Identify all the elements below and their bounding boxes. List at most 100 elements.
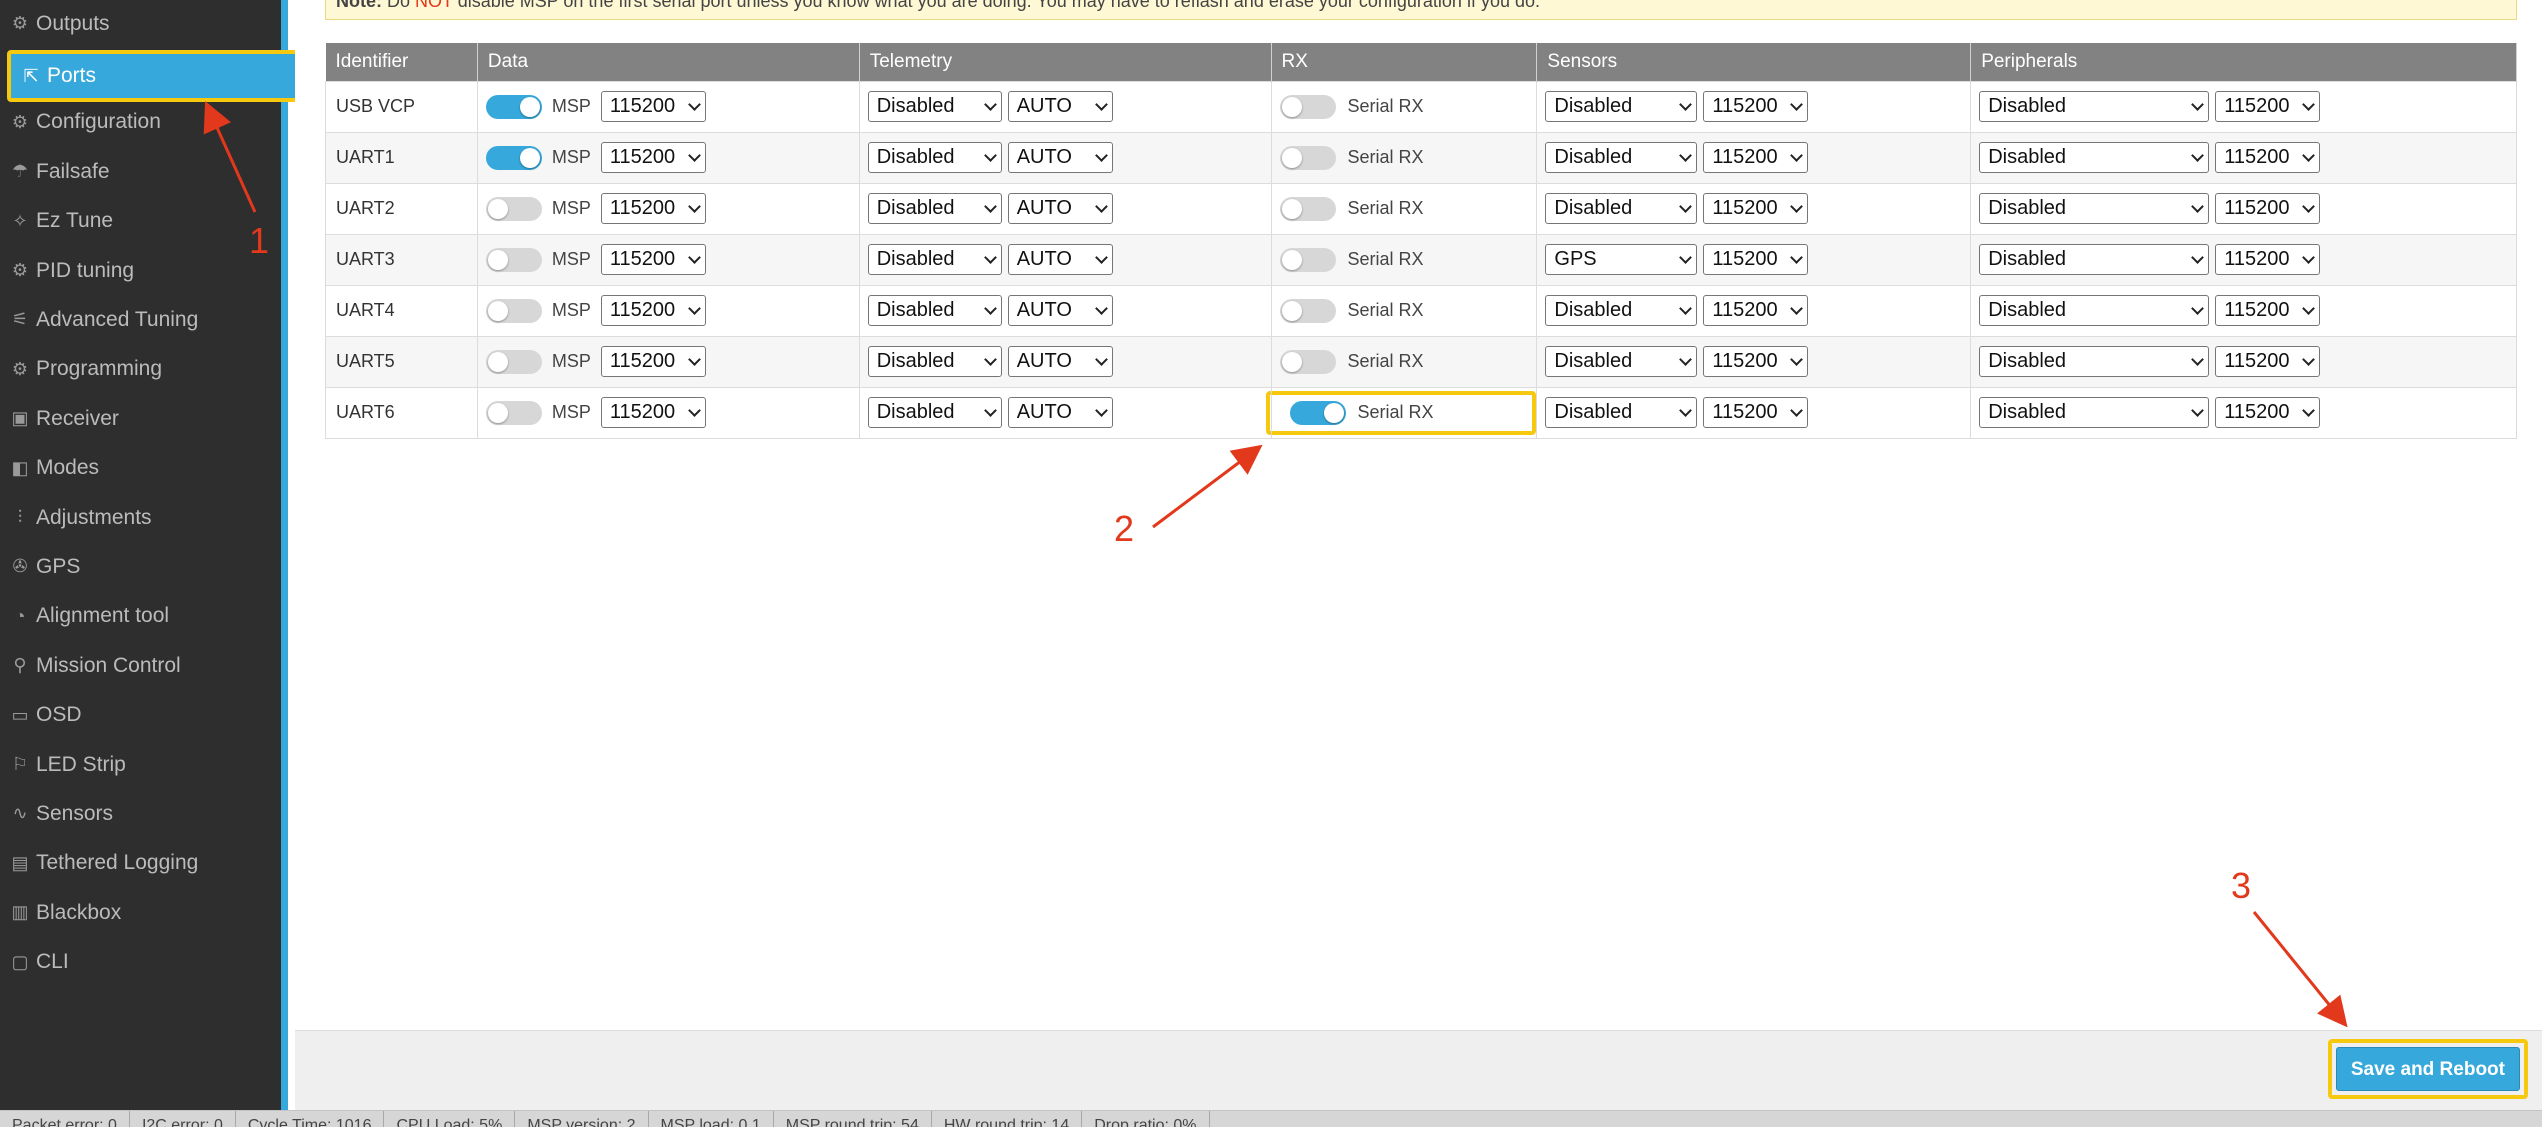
sidebar-item-led-strip[interactable]: ⚐ LED Strip	[0, 740, 281, 789]
sidebar-item-sensors[interactable]: ∿ Sensors	[0, 789, 281, 838]
peripheral-baud-select[interactable]: 115200	[2215, 295, 2321, 326]
failsafe-icon: ☂	[11, 161, 29, 182]
sensor-select[interactable]: Disabled	[1545, 142, 1698, 173]
sensor-select[interactable]: Disabled	[1545, 91, 1698, 122]
sidebar-item-cli[interactable]: ▢ CLI	[0, 938, 281, 987]
msp-toggle[interactable]	[485, 298, 542, 323]
chevron-down-icon	[983, 148, 997, 162]
header-rx: RX	[1271, 43, 1538, 81]
sidebar-item-advanced-tuning[interactable]: ⚟ Advanced Tuning	[0, 295, 281, 344]
msp-baud-select[interactable]: 115200	[600, 397, 706, 428]
msp-toggle[interactable]	[485, 145, 542, 170]
msp-baud-select[interactable]: 115200	[600, 142, 706, 173]
sensor-baud-select[interactable]: 115200	[1703, 346, 1809, 377]
peripherals-cell: Disabled 115200	[1970, 131, 2517, 183]
rx-toggle[interactable]	[1279, 94, 1336, 119]
telemetry-select[interactable]: Disabled	[867, 91, 1002, 122]
sidebar-item-label: Receiver	[36, 406, 119, 430]
sidebar-item-adjustments[interactable]: ⫶ Adjustments	[0, 493, 281, 542]
telemetry-baud-select[interactable]: AUTO	[1007, 295, 1113, 326]
peripheral-select[interactable]: Disabled	[1979, 193, 2210, 224]
peripheral-baud-select[interactable]: 115200	[2215, 346, 2321, 377]
msp-baud-select[interactable]: 115200	[600, 91, 706, 122]
telemetry-baud-select[interactable]: AUTO	[1007, 142, 1113, 173]
msp-baud-select[interactable]: 115200	[600, 346, 706, 377]
sidebar-item-blackbox[interactable]: ▥ Blackbox	[0, 888, 281, 937]
rx-toggle[interactable]	[1279, 298, 1336, 323]
sensor-select[interactable]: Disabled	[1545, 295, 1698, 326]
peripheral-select[interactable]: Disabled	[1979, 346, 2210, 377]
sidebar-item-mission-control[interactable]: ⚲ Mission Control	[0, 641, 281, 690]
peripheral-baud-select[interactable]: 115200	[2215, 91, 2321, 122]
sensor-baud-select[interactable]: 115200	[1703, 142, 1809, 173]
modes-icon: ◧	[11, 457, 29, 478]
terminal-icon: ▢	[11, 951, 29, 972]
sidebar-item-tethered-logging[interactable]: ▤ Tethered Logging	[0, 839, 281, 888]
sidebar-item-failsafe[interactable]: ☂ Failsafe	[0, 147, 281, 196]
msp-toggle[interactable]	[485, 349, 542, 374]
table-row: UART3 MSP 115200 Disabled AUTO Serial RX GPS 11…	[325, 233, 2517, 285]
sidebar-item-outputs[interactable]: ⚙ Outputs	[0, 0, 281, 48]
sidebar-item-gps[interactable]: ✇ GPS	[0, 542, 281, 591]
save-and-reboot-button[interactable]: Save and Reboot	[2335, 1047, 2520, 1091]
sidebar-item-osd[interactable]: ▭ OSD	[0, 691, 281, 740]
sidebar-item-receiver[interactable]: ▣ Receiver	[0, 394, 281, 443]
rx-toggle[interactable]	[1279, 196, 1336, 221]
msp-baud-select[interactable]: 115200	[600, 193, 706, 224]
telemetry-baud-select[interactable]: AUTO	[1007, 346, 1113, 377]
peripheral-select[interactable]: Disabled	[1979, 142, 2210, 173]
sidebar-item-modes[interactable]: ◧ Modes	[0, 444, 281, 493]
peripheral-select[interactable]: Disabled	[1979, 295, 2210, 326]
peripheral-baud-select[interactable]: 115200	[2215, 397, 2321, 428]
telemetry-select[interactable]: Disabled	[867, 346, 1002, 377]
chevron-down-icon	[983, 199, 997, 213]
header-sensors: Sensors	[1536, 43, 1972, 81]
sensor-select[interactable]: Disabled	[1545, 193, 1698, 224]
telemetry-select[interactable]: Disabled	[867, 397, 1002, 428]
msp-baud-select[interactable]: 115200	[600, 244, 706, 275]
chevron-down-icon	[1094, 250, 1108, 264]
sidebar-item-alignment-tool[interactable]: ◔ Alignment tool	[0, 592, 281, 641]
gear-icon: ⚙	[11, 111, 29, 132]
peripheral-baud-select[interactable]: 115200	[2215, 193, 2321, 224]
peripheral-baud-select[interactable]: 115200	[2215, 244, 2321, 275]
telemetry-select[interactable]: Disabled	[867, 193, 1002, 224]
sensor-select[interactable]: Disabled	[1545, 397, 1698, 428]
rx-toggle[interactable]	[1279, 349, 1336, 374]
sensor-baud-select[interactable]: 115200	[1703, 91, 1809, 122]
telemetry-baud-select[interactable]: AUTO	[1007, 193, 1113, 224]
rx-cell: Serial RX	[1271, 233, 1538, 285]
telemetry-baud-select[interactable]: AUTO	[1007, 397, 1113, 428]
rx-toggle[interactable]	[1279, 247, 1336, 272]
sidebar-item-ez-tune[interactable]: ✧ Ez Tune	[0, 197, 281, 246]
sensor-baud-select[interactable]: 115200	[1703, 244, 1809, 275]
msp-toggle[interactable]	[485, 196, 542, 221]
peripheral-select[interactable]: Disabled	[1979, 397, 2210, 428]
msp-toggle[interactable]	[485, 94, 542, 119]
sensor-select[interactable]: Disabled	[1545, 346, 1698, 377]
sidebar-item-programming[interactable]: ⚙ Programming	[0, 345, 281, 394]
peripheral-select[interactable]: Disabled	[1979, 244, 2210, 275]
msp-toggle[interactable]	[485, 400, 542, 425]
telemetry-baud-select[interactable]: AUTO	[1007, 91, 1113, 122]
sidebar-item-ports[interactable]: ⇱ Ports	[7, 50, 303, 102]
sidebar-item-configuration[interactable]: ⚙ Configuration	[0, 98, 281, 147]
outputs-icon: ⚙	[11, 13, 29, 33]
telemetry-select[interactable]: Disabled	[867, 244, 1002, 275]
telemetry-baud-select[interactable]: AUTO	[1007, 244, 1113, 275]
peripheral-baud-select[interactable]: 115200	[2215, 142, 2321, 173]
rx-toggle[interactable]	[1279, 145, 1336, 170]
sensor-baud-select[interactable]: 115200	[1703, 295, 1809, 326]
rx-toggle[interactable]	[1289, 400, 1346, 425]
msp-baud-select[interactable]: 115200	[600, 295, 706, 326]
sidebar-item-pid-tuning[interactable]: ⚙ PID tuning	[0, 246, 281, 295]
telemetry-select[interactable]: Disabled	[867, 142, 1002, 173]
sidebar: ⚙ Outputs ⇱ Ports ⚙ Configuration ☂ Failsafe ✧ Ez…	[0, 0, 303, 1110]
sensor-baud-select[interactable]: 115200	[1703, 193, 1809, 224]
sensor-baud-select[interactable]: 115200	[1703, 397, 1809, 428]
telemetry-select[interactable]: Disabled	[867, 295, 1002, 326]
msp-toggle[interactable]	[485, 247, 542, 272]
select-value: 115200	[2224, 146, 2290, 168]
sensor-select[interactable]: GPS	[1545, 244, 1698, 275]
peripheral-select[interactable]: Disabled	[1979, 91, 2210, 122]
